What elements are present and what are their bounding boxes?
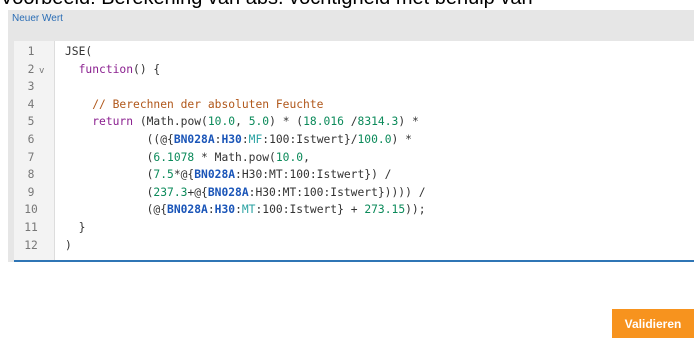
code-line[interactable]: 3: [14, 78, 694, 96]
field-label: Neuer Wert: [12, 13, 63, 24]
code-token: 237.3: [153, 185, 188, 199]
code-token: :100:Istwert}/: [262, 133, 358, 146]
value-panel: Neuer Wert 1 JSE( 2 v function() {3 4 // Ber…: [8, 10, 694, 262]
code-token: MF: [248, 133, 263, 146]
code-token: // Berechnen der absoluten Feuchte: [92, 97, 324, 111]
code-token: 18.016: [303, 115, 344, 129]
code-token: ));: [405, 203, 426, 217]
code-line[interactable]: 12): [14, 237, 694, 255]
code-text: ): [65, 237, 72, 255]
code-token: 5.0: [248, 115, 270, 129]
code-token: (: [65, 168, 154, 182]
line-number: 11: [24, 221, 38, 234]
code-token: function: [78, 62, 134, 76]
code-line[interactable]: 8 (7.5*@{BN028A:H30:MT:100:Istwert}) /: [14, 166, 694, 184]
line-number: 3: [27, 80, 35, 94]
code-token: 273.15: [364, 203, 406, 217]
line-number: 6: [27, 133, 35, 146]
code-token: 100.0: [357, 133, 392, 146]
code-token: BN028A: [194, 168, 236, 182]
code-line[interactable]: 9 (237.3+@{BN028A:H30:MT:100:Istwert})))…: [14, 184, 694, 202]
code-token: :: [241, 133, 249, 146]
code-token: :H30:MT:100:Istwert})))) /: [248, 185, 426, 199]
code-text: }: [65, 219, 86, 237]
code-editor[interactable]: 1 JSE( 2 v function() {3 4 // Berechnen der …: [14, 41, 694, 262]
code-text: (6.1078 * Math.pow(10.0,: [65, 149, 310, 167]
code-token: JSE(: [65, 45, 93, 58]
code-line[interactable]: 10 (@{BN028A:H30:MT:100:Istwert} + 273.1…: [14, 201, 694, 219]
code-token: return: [92, 115, 134, 129]
code-token: *@{: [173, 168, 195, 182]
code-line[interactable]: 4 // Berechnen der absoluten Feuchte: [14, 96, 694, 114]
code-token: ): [65, 238, 72, 252]
code-token: BN028A: [167, 203, 208, 217]
code-token: /: [343, 115, 358, 129]
page-caption: Voorbeeld: Berekening van abs. vochtighe…: [0, 0, 694, 10]
code-line[interactable]: 1 JSE(: [14, 43, 694, 61]
code-line[interactable]: 5 return (Math.pow(10.0, 5.0) * (18.016 …: [14, 113, 694, 131]
code-token: +@{: [187, 185, 208, 199]
code-token: :100:Istwert} +: [255, 203, 365, 217]
code-token: (: [65, 150, 154, 164]
code-token: ) *: [391, 133, 412, 146]
code-token: H30: [214, 203, 236, 217]
code-token: :: [207, 203, 215, 217]
code-token: ) *: [398, 115, 419, 129]
code-token: ((@{: [65, 133, 174, 146]
code-token: (@{: [65, 203, 168, 217]
code-line[interactable]: 2v function() {: [14, 61, 694, 79]
code-token: :H30:MT:100:Istwert}) /: [235, 168, 392, 182]
code-token: 10.0: [207, 115, 236, 129]
code-token: BN028A: [173, 133, 215, 146]
code-text: return (Math.pow(10.0, 5.0) * (18.016 /8…: [65, 113, 419, 131]
code-token: 8314.3: [357, 115, 399, 129]
code-line[interactable]: 7 (6.1078 * Math.pow(10.0,: [14, 149, 694, 167]
line-number: 7: [27, 150, 35, 164]
code-token: }: [65, 221, 86, 234]
code-token: () {: [133, 62, 161, 76]
code-line[interactable]: 11 }: [14, 219, 694, 237]
code-line[interactable]: 6 ((@{BN028A:H30:MF:100:Istwert}/100.0) …: [14, 131, 694, 149]
line-number: 8: [27, 168, 35, 182]
code-text: ((@{BN028A:H30:MF:100:Istwert}/100.0) *: [65, 131, 412, 149]
code-token: BN028A: [207, 185, 249, 199]
code-token: ,: [303, 150, 310, 164]
code-token: ,: [235, 115, 249, 129]
code-token: MT: [241, 203, 256, 217]
code-token: (Math.pow(: [133, 115, 208, 129]
line-number: 5: [27, 115, 35, 129]
code-token: :: [235, 203, 242, 217]
code-token: H30: [221, 133, 242, 146]
code-token: 7.5: [153, 168, 174, 182]
line-number: 9: [27, 185, 35, 199]
code-text: (@{BN028A:H30:MT:100:Istwert} + 273.15))…: [65, 201, 426, 219]
code-token: (: [65, 185, 154, 199]
code-token: 10.0: [275, 150, 304, 164]
line-number: 10: [24, 203, 38, 217]
line-number: 4: [27, 97, 35, 111]
code-text: // Berechnen der absoluten Feuchte: [65, 96, 323, 114]
code-token: ) * (: [269, 115, 304, 129]
validate-button[interactable]: Validieren: [612, 309, 694, 338]
line-number: 12: [24, 238, 38, 252]
code-text: JSE(: [65, 43, 92, 61]
code-token: * Math.pow(: [194, 150, 276, 164]
line-number: 1: [27, 45, 35, 58]
code-text: (7.5*@{BN028A:H30:MT:100:Istwert}) /: [65, 166, 392, 184]
code-token: 6.1078: [153, 150, 195, 164]
code-text: (237.3+@{BN028A:H30:MT:100:Istwert})))) …: [65, 184, 426, 202]
code-text: function() {: [65, 61, 161, 79]
